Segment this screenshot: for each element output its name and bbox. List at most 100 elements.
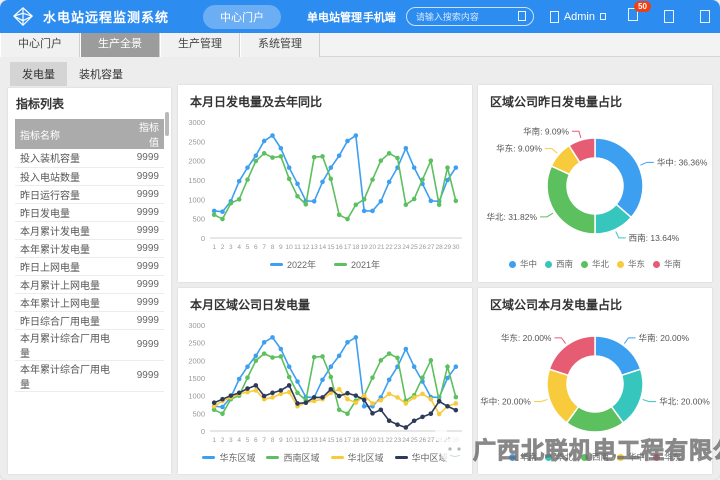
svg-text:28: 28 [436,437,444,444]
legend-dot-marker [545,261,552,268]
svg-text:4: 4 [237,244,241,251]
legend-item[interactable]: 华北 [545,451,573,463]
legend-dot-marker [617,261,624,268]
app-title: 水电站远程监测系统 [43,7,169,26]
notifications-button[interactable]: 50 [628,8,638,26]
legend-item[interactable]: 华东 [617,258,645,270]
search-box[interactable] [406,7,534,26]
indicator-name: 本月累计发电量 [15,221,124,239]
legend-line-marker [395,456,408,459]
legend-item[interactable]: 华中 [617,451,645,463]
svg-text:30: 30 [452,437,460,444]
tab-center-portal[interactable]: 中心门户 [0,33,80,57]
legend-item[interactable]: 西南 [581,451,609,463]
legend-item[interactable]: 西南区域 [266,451,319,464]
chart-title: 区域公司昨日发电量占比 [478,85,712,110]
legend-item[interactable]: 华中区域 [395,451,448,464]
indicator-name: 本年累计发电量 [15,239,124,257]
search-input[interactable] [416,12,513,22]
svg-text:24: 24 [402,437,410,444]
legend-item[interactable]: 华北区域 [331,451,384,464]
legend-label: 2021年 [351,258,380,271]
subtab-installed-capacity[interactable]: 装机容量 [67,62,135,86]
notification-badge: 50 [634,1,651,12]
legend-line-marker [334,263,347,266]
svg-text:12: 12 [302,437,310,444]
legend-label: 华东 [628,258,645,270]
legend-label: 华东 [664,451,681,463]
chart-card-regional-daily-generation: 本月区域公司日发电量 05001000150020002500300012345… [178,288,472,474]
chart-legend: 华南华北西南华中 华东 [478,451,712,463]
column-header-value: 指标值 [124,119,164,149]
tab-production-mgmt[interactable]: 生产管理 [160,33,240,57]
svg-text:26: 26 [419,244,427,251]
donut-chart-month-share: 华南: 20.00%华北: 20.00%华中: 20.00%华东: 20.00% [478,313,712,451]
tab-system-mgmt[interactable]: 系统管理 [240,33,320,57]
legend-item[interactable]: 华南 [653,258,681,270]
svg-text:28: 28 [436,244,444,251]
nav-single-station[interactable]: 单电站管理 [307,9,362,25]
settings-icon[interactable] [700,10,710,23]
chart-legend: 2022年 2021年 [178,258,472,271]
nav-center-portal[interactable]: 中心门户 [203,5,281,29]
svg-text:5: 5 [246,437,250,444]
table-scrollbar[interactable] [165,112,169,136]
svg-text:1: 1 [212,437,216,444]
chart-legend: 华中 西南华北 华东华南 [478,258,712,270]
svg-text:17: 17 [344,244,352,251]
legend-item[interactable]: 华北 [581,258,609,270]
search-icon[interactable] [518,11,526,21]
svg-text:16: 16 [336,244,344,251]
svg-text:15: 15 [327,437,335,444]
legend-item[interactable]: 2022年 [270,258,316,271]
indicator-name: 昨日发电量 [15,203,124,221]
svg-text:1: 1 [212,244,216,251]
chevron-down-icon [600,13,606,20]
indicator-name: 昨日上网电量 [15,257,124,275]
legend-item[interactable]: 华东区域 [202,451,255,464]
legend-item[interactable]: 华南 [509,451,537,463]
svg-text:2000: 2000 [188,157,205,166]
svg-text:500: 500 [192,215,205,224]
legend-item[interactable]: 西南 [545,258,573,270]
svg-text:华中: 20.00%: 华中: 20.00% [480,397,531,407]
subtab-generation[interactable]: 发电量 [10,62,67,86]
user-menu[interactable]: Admin [550,11,606,23]
fullscreen-icon[interactable] [664,10,674,23]
svg-text:13: 13 [311,244,319,251]
legend-dot-marker [581,454,588,461]
indicator-value: 9999 [124,239,164,257]
svg-text:500: 500 [192,409,205,418]
svg-text:27: 27 [427,437,435,444]
indicator-value: 9999 [124,360,164,391]
svg-text:1000: 1000 [188,392,205,401]
legend-item[interactable]: 2021年 [334,258,380,271]
svg-text:华中: 36.36%: 华中: 36.36% [657,157,708,167]
mobile-link[interactable]: 手机端 [363,9,396,25]
svg-text:0: 0 [201,427,205,436]
svg-text:22: 22 [386,244,394,251]
svg-text:18: 18 [352,437,360,444]
svg-text:5: 5 [246,244,250,251]
svg-text:15: 15 [327,244,335,251]
legend-label: 华中 [520,258,537,270]
svg-text:16: 16 [336,437,344,444]
tab-production-overview[interactable]: 生产全景 [80,33,160,57]
svg-text:3000: 3000 [188,118,205,127]
legend-dot-marker [545,454,552,461]
indicator-value: 9999 [124,221,164,239]
indicator-value: 9999 [124,185,164,203]
legend-label: 西南 [556,258,573,270]
svg-text:8: 8 [271,437,275,444]
svg-text:3: 3 [229,437,233,444]
indicator-value: 9999 [124,311,164,329]
svg-text:2500: 2500 [188,339,205,348]
donut-chart-yesterday-share: 华中: 36.36%西南: 13.64%华北: 31.82%华东: 9.09%华… [478,110,712,258]
legend-item[interactable]: 华中 [509,258,537,270]
chart-card-daily-generation-yoy: 本月日发电量及去年同比 0500100015002000250030001234… [178,85,472,282]
legend-item[interactable]: 华东 [653,451,681,463]
svg-text:华南: 20.00%: 华南: 20.00% [639,333,690,343]
legend-dot-marker [581,261,588,268]
legend-line-marker [270,263,283,266]
svg-text:21: 21 [377,244,385,251]
